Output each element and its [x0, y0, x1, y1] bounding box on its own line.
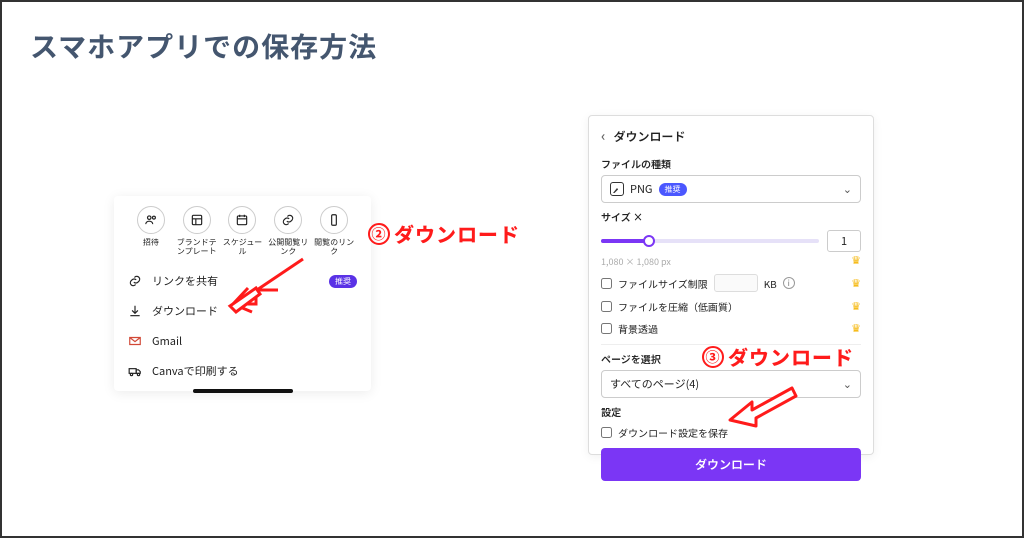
download-panel-title: ダウンロード	[613, 128, 685, 145]
callout-2: ② ダウンロード	[368, 219, 520, 248]
template-icon	[183, 206, 211, 234]
tutorial-slide: スマホアプリでの保存方法 招待 ブランドテンプレート スケジュール	[0, 0, 1024, 538]
gmail-icon	[128, 334, 142, 348]
menu-item-label: Canvaで印刷する	[152, 363, 239, 379]
opt-label: ダウンロード設定を保存	[618, 425, 728, 440]
crown-icon: ♛	[851, 252, 861, 268]
share-cell-brand-template[interactable]: ブランドテンプレート	[174, 206, 220, 256]
share-cell-invite[interactable]: 招待	[128, 206, 174, 256]
checkbox[interactable]	[601, 323, 612, 334]
menu-gmail[interactable]: Gmail	[128, 326, 357, 356]
share-cell-label: ブランドテンプレート	[174, 238, 220, 256]
info-icon[interactable]: i	[783, 277, 795, 289]
arrow-2	[218, 254, 308, 314]
share-cell-schedule[interactable]: スケジュール	[220, 206, 266, 256]
download-button[interactable]: ダウンロード	[601, 448, 861, 481]
checkbox[interactable]	[601, 278, 612, 289]
callout-3: ③ ダウンロード	[702, 342, 854, 371]
page-title: スマホアプリでの保存方法	[30, 26, 994, 66]
opt-label: 背景透過	[618, 321, 658, 336]
chevron-down-icon: ⌄	[843, 181, 852, 197]
file-type-label: ファイルの種類	[601, 156, 861, 171]
callout-text: ダウンロード	[394, 219, 520, 248]
size-slider[interactable]	[601, 239, 819, 243]
kb-unit: KB	[764, 276, 777, 291]
share-top-row: 招待 ブランドテンプレート スケジュール 公開閲覧リンク	[128, 206, 357, 256]
pages-value: すべてのページ(4)	[610, 376, 699, 392]
opt-label: ファイルを圧縮（低画質）	[618, 299, 738, 314]
dimensions-text: 1,080 × 1,080 px	[601, 255, 671, 268]
opt-filesize-limit[interactable]: ファイルサイズ制限 KB i ♛	[601, 274, 861, 292]
share-cell-label: 招待	[143, 238, 159, 247]
checkbox[interactable]	[601, 301, 612, 312]
people-icon	[137, 206, 165, 234]
file-type-select[interactable]: PNG 推奨 ⌄	[601, 175, 861, 203]
truck-icon	[128, 364, 142, 378]
opt-compress[interactable]: ファイルを圧縮（低画質） ♛	[601, 298, 861, 314]
crown-icon: ♛	[851, 298, 861, 314]
share-cell-public-link[interactable]: 公開閲覧リンク	[265, 206, 311, 256]
arrow-3	[722, 380, 802, 430]
menu-item-label: リンクを共有	[152, 273, 218, 289]
crown-icon: ♛	[851, 320, 861, 336]
callout-text: ダウンロード	[728, 342, 854, 371]
menu-print-canva[interactable]: Canvaで印刷する	[128, 356, 357, 386]
callout-number: ②	[368, 223, 390, 245]
calendar-icon	[228, 206, 256, 234]
file-type-value: PNG	[630, 181, 653, 197]
opt-transparent[interactable]: 背景透過 ♛	[601, 320, 861, 336]
link-icon	[274, 206, 302, 234]
share-cell-label: 閲覧のリンク	[311, 238, 357, 256]
recommend-badge: 推奨	[659, 183, 687, 196]
checkbox[interactable]	[601, 427, 612, 438]
crown-icon: ♛	[851, 275, 861, 291]
download-panel-header: ‹ ダウンロード	[601, 126, 861, 146]
callout-number: ③	[702, 346, 724, 368]
recommend-badge: 推奨	[329, 275, 357, 288]
back-chevron-icon[interactable]: ‹	[601, 126, 605, 146]
phone-icon	[320, 206, 348, 234]
link-icon	[128, 274, 142, 288]
size-value-box[interactable]: 1	[827, 230, 861, 252]
download-icon	[128, 304, 142, 318]
menu-item-label: ダウンロード	[152, 303, 218, 319]
opt-label: ファイルサイズ制限	[618, 276, 708, 291]
share-cell-view-link[interactable]: 閲覧のリンク	[311, 206, 357, 256]
image-icon	[610, 182, 624, 196]
menu-item-label: Gmail	[152, 333, 182, 349]
size-label: サイズ ×	[601, 209, 861, 224]
kb-input[interactable]	[714, 274, 758, 292]
chevron-down-icon: ⌄	[843, 376, 852, 392]
home-indicator	[193, 389, 293, 393]
